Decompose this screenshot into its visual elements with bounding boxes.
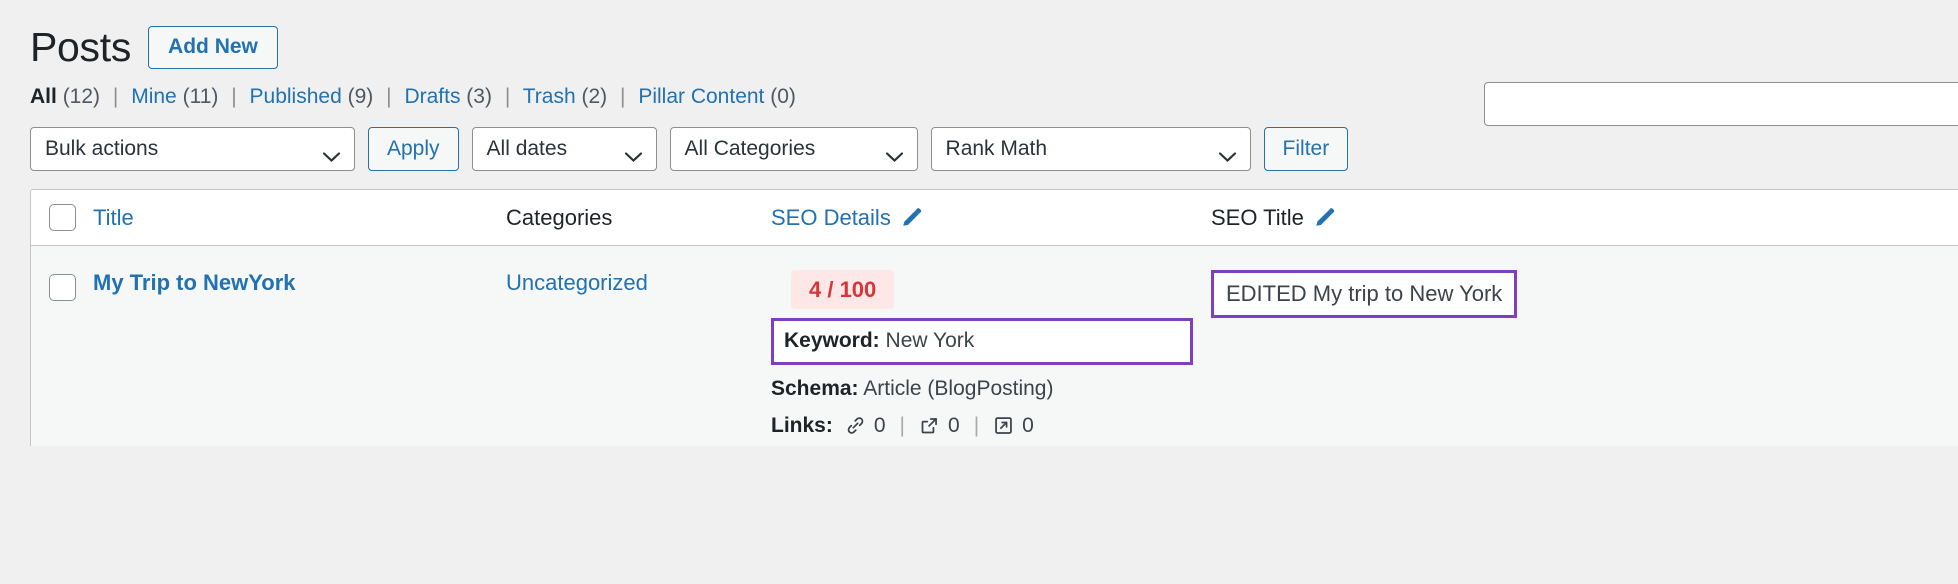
filter-link-all-label: All [30,85,57,108]
rank-math-filter-value: Rank Math [945,137,1048,160]
filter-link-trash-label: Trash [522,85,576,108]
filter-separator: | [386,85,392,108]
row-seo-details-cell: 4 / 100 Keyword: New York Schema: Articl… [751,270,1193,438]
external-links-count: 0 [948,413,960,437]
post-title-link[interactable]: My Trip to NewYork [93,270,296,295]
rank-math-filter-select[interactable]: Rank Math [930,127,1251,171]
filter-link-trash-count: (2) [581,85,608,108]
posts-table: Title Categories SEO Details SEO Title M… [30,189,1958,446]
schema-line: Schema: Article (BlogPosting) [771,375,1193,403]
pencil-edit-icon[interactable] [900,206,923,229]
filter-link-published[interactable]: Published (9) [250,85,380,108]
page-title: Posts [30,23,132,70]
filter-link-trash[interactable]: Trash (2) [523,85,613,108]
filter-link-pillar-content-label: Pillar Content [638,85,765,108]
filter-link-mine-label: Mine [131,85,177,108]
chevron-down-icon [624,144,642,163]
column-header-seo-title[interactable]: SEO Title [1193,205,1673,231]
column-header-seo-details-label: SEO Details [771,204,891,230]
column-header-categories: Categories [506,204,613,230]
filter-button[interactable]: Filter [1263,127,1349,171]
column-header-seo-details[interactable]: SEO Details [751,205,1193,231]
filter-separator: | [231,85,237,108]
row-title-cell: My Trip to NewYork [93,270,479,296]
filter-separator: | [112,85,119,108]
links-divider: | [899,413,905,437]
chevron-down-icon [885,144,903,163]
filter-separator: | [620,85,626,108]
column-header-title[interactable]: Title [93,205,479,231]
internal-links-count: 0 [873,413,886,437]
categories-filter-value: All Categories [684,137,816,160]
category-link[interactable]: Uncategorized [479,270,648,295]
seo-score-badge: 4 / 100 [791,270,895,310]
schema-value: Article (BlogPosting) [863,376,1054,400]
pencil-edit-icon[interactable] [1313,206,1336,229]
row-select-checkbox[interactable] [48,274,76,301]
table-row: My Trip to NewYork Uncategorized 4 / 100… [31,246,1958,446]
dates-filter-select[interactable]: All dates [471,127,657,171]
links-label: Links: [771,413,833,437]
links-divider: | [973,413,980,437]
filter-separator: | [504,85,511,108]
bulk-actions-select[interactable]: Bulk actions [30,127,355,171]
filter-link-mine[interactable]: Mine (11) [131,85,224,108]
filter-link-drafts-count: (3) [466,85,492,108]
filter-link-published-label: Published [249,85,342,108]
keyword-value: New York [885,329,975,353]
filter-link-published-count: (9) [347,85,374,108]
filter-link-drafts[interactable]: Drafts (3) [404,85,497,108]
filter-link-all-count: (12) [62,85,101,108]
links-line: Links: 0 | 0 | 0 [771,414,1193,438]
schema-label: Schema: [771,376,859,400]
table-header-row: Title Categories SEO Details SEO Title [31,190,1958,246]
chevron-down-icon [322,144,341,163]
column-header-seo-title-label: SEO Title [1211,204,1304,230]
page-header: Posts Add New [0,0,1958,72]
filter-link-mine-count: (11) [182,85,219,108]
chain-link-icon[interactable] [845,415,866,436]
apply-button[interactable]: Apply [368,127,459,171]
row-select-checkbox-cell [31,270,93,301]
keyword-label: Keyword: [784,329,880,353]
add-new-button[interactable]: Add New [148,25,278,69]
filter-link-drafts-label: Drafts [404,85,461,108]
filter-link-pillar-content[interactable]: Pillar Content (0) [638,85,796,108]
search-input[interactable] [1484,82,1958,126]
categories-filter-select[interactable]: All Categories [669,127,918,171]
row-categories-cell: Uncategorized [479,270,751,296]
internal-link-icon[interactable] [993,415,1014,436]
select-all-checkbox[interactable] [48,204,76,231]
dates-filter-value: All dates [486,137,568,160]
filter-link-pillar-content-count: (0) [770,85,796,108]
keyword-highlight-box: Keyword: New York [771,318,1193,365]
select-all-checkbox-cell [31,204,93,231]
pillar-links-count: 0 [1022,413,1034,437]
row-seo-title-cell: EDITED My trip to New York [1193,270,1673,318]
bulk-actions-value: Bulk actions [45,137,159,160]
chevron-down-icon [1218,144,1236,163]
seo-title-highlight-box[interactable]: EDITED My trip to New York [1211,270,1518,318]
external-link-icon[interactable] [919,415,940,436]
filter-link-all[interactable]: All (12) [30,85,106,108]
